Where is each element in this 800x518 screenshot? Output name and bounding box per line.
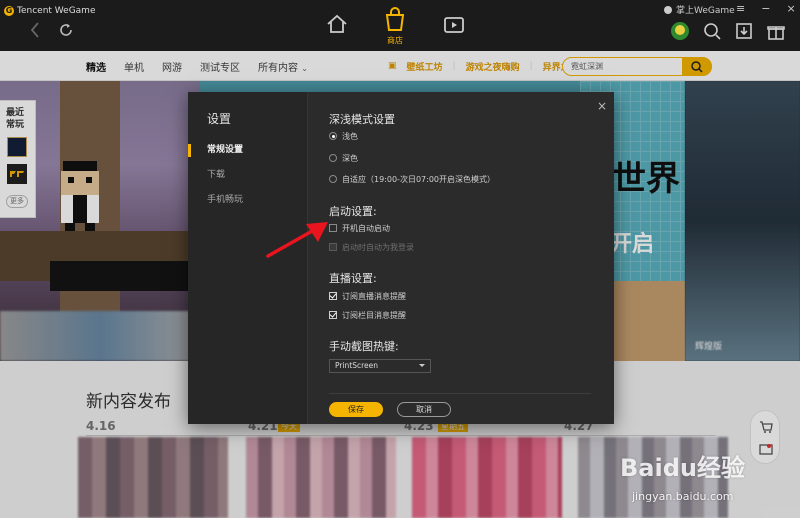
column-notify-option[interactable]: 订阅栏目消息提醒 xyxy=(329,309,406,321)
minimize-icon[interactable]: − xyxy=(761,2,770,15)
auto-start-option[interactable]: 开机自动启动 xyxy=(329,222,390,234)
radio-unselected[interactable] xyxy=(329,175,337,183)
theme-option-dark[interactable]: 深色 xyxy=(329,152,358,164)
cancel-button[interactable]: 取消 xyxy=(397,402,451,417)
hotkey-select-value: PrintScreen xyxy=(335,361,379,370)
avatar[interactable] xyxy=(670,21,690,41)
back-arrow-icon[interactable] xyxy=(28,20,42,40)
mobile-wegame-label: 掌上WeGame xyxy=(676,6,735,16)
settings-menu-general[interactable]: 常规设置 xyxy=(188,144,308,169)
store-tab-label: 商店 xyxy=(387,36,403,45)
theme-section-title: 深浅模式设置 xyxy=(329,113,395,126)
menu-icon[interactable]: ≡ xyxy=(736,2,745,15)
app-brand-text: Tencent WeGame xyxy=(17,6,96,16)
mobile-wegame-link[interactable]: 掌上WeGame xyxy=(663,3,735,16)
radio-selected[interactable] xyxy=(329,132,337,140)
radio-unselected[interactable] xyxy=(329,154,337,162)
close-window-icon[interactable]: × xyxy=(786,2,795,15)
settings-dialog: 设置 常规设置 下载 手机畅玩 × 深浅模式设置 浅色 深色 自适应（19:00… xyxy=(188,92,614,424)
chevron-down-icon xyxy=(419,364,425,367)
divider xyxy=(329,393,591,394)
refresh-icon[interactable] xyxy=(58,22,74,38)
download-icon[interactable] xyxy=(734,21,754,41)
settings-menu-mobile[interactable]: 手机畅玩 xyxy=(188,194,308,219)
live-notify-option[interactable]: 订阅直播消息提醒 xyxy=(329,290,406,302)
auto-login-option: 启动时自动为我登录 xyxy=(329,241,414,253)
watermark-url: jingyan.baidu.com xyxy=(632,490,734,503)
annotation-arrow-icon xyxy=(266,222,328,258)
settings-title: 设置 xyxy=(207,112,232,126)
gift-icon[interactable] xyxy=(766,21,786,41)
settings-menu: 常规设置 下载 手机畅玩 xyxy=(188,144,308,219)
theme-option-light[interactable]: 浅色 xyxy=(329,130,358,142)
main-section-switcher: 商店 xyxy=(320,6,480,46)
theme-option-auto-label: 自适应（19:00-次日07:00开启深色模式） xyxy=(342,174,495,184)
watermark-logo: Baidu经验 xyxy=(620,454,745,482)
penguin-icon xyxy=(664,5,672,14)
column-notify-label: 订阅栏目消息提醒 xyxy=(342,310,406,320)
theme-option-auto[interactable]: 自适应（19:00-次日07:00开启深色模式） xyxy=(329,173,495,185)
window-controls: ≡ − × xyxy=(736,2,796,15)
column-notify-checkbox[interactable] xyxy=(329,311,337,319)
home-icon[interactable] xyxy=(326,14,348,34)
store-tab[interactable]: 商店 xyxy=(381,6,409,46)
app-brand: G Tencent WeGame xyxy=(4,5,96,17)
baidu-watermark: Baidu经验 jingyan.baidu.com xyxy=(620,448,790,512)
save-button[interactable]: 保存 xyxy=(329,402,383,417)
live-section-title: 直播设置: xyxy=(329,272,377,285)
auto-start-label: 开机自动启动 xyxy=(342,223,390,233)
video-icon[interactable] xyxy=(443,16,465,34)
title-bar: G Tencent WeGame 商店 掌上WeGame ≡ − × xyxy=(0,0,800,51)
settings-content: 深浅模式设置 浅色 深色 自适应（19:00-次日07:00开启深色模式） 启动… xyxy=(329,92,609,424)
live-notify-label: 订阅直播消息提醒 xyxy=(342,291,406,301)
store-bag-icon xyxy=(385,7,405,31)
hotkey-section-title: 手动截图热键: xyxy=(329,340,399,353)
theme-option-dark-label: 深色 xyxy=(342,153,358,163)
settings-menu-download[interactable]: 下载 xyxy=(188,169,308,194)
theme-option-light-label: 浅色 xyxy=(342,131,358,141)
toolbar-icons xyxy=(670,21,786,41)
wegame-logo-icon: G xyxy=(4,6,14,16)
auto-login-label: 启动时自动为我登录 xyxy=(342,242,414,252)
friends-icon[interactable] xyxy=(702,21,722,41)
live-notify-checkbox[interactable] xyxy=(329,292,337,300)
startup-section-title: 启动设置: xyxy=(329,205,377,218)
hotkey-select[interactable]: PrintScreen xyxy=(329,359,431,373)
